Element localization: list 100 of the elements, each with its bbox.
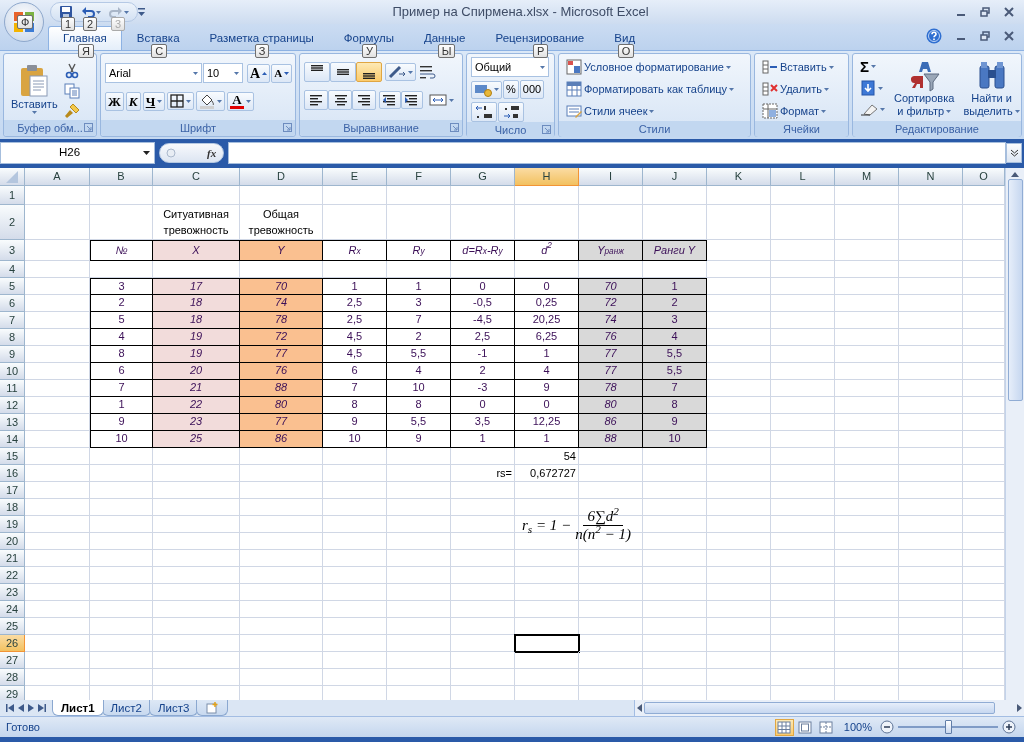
bold-button[interactable]: Ж (105, 91, 124, 111)
column-header[interactable]: O (963, 168, 1005, 186)
row-header[interactable]: 6 (0, 295, 25, 312)
table-cell: 2,5 (323, 312, 387, 329)
row-header[interactable]: 7 (0, 312, 25, 329)
cell-styles-button[interactable]: Стили ячеек (563, 101, 746, 121)
table-cell: 5,5 (643, 363, 707, 380)
italic-button[interactable]: К (125, 91, 141, 111)
column-header[interactable]: B (90, 168, 153, 186)
row-header[interactable]: 16 (0, 465, 25, 482)
row-header[interactable]: 8 (0, 329, 25, 346)
key-tip: 2 (83, 17, 98, 31)
row-header[interactable]: 11 (0, 380, 25, 397)
header-cell: Y (240, 240, 323, 261)
row-header[interactable]: 28 (0, 669, 25, 686)
row-header[interactable]: 3 (0, 240, 25, 261)
row-header[interactable]: 29 (0, 686, 25, 700)
grow-font-button[interactable]: A (247, 63, 271, 83)
table-cell: 2 (451, 363, 515, 380)
column-header[interactable]: C (153, 168, 240, 186)
column-header[interactable]: L (771, 168, 835, 186)
table-cell: 23 (153, 414, 240, 431)
table-cell: 77 (579, 363, 643, 380)
row-header[interactable]: 22 (0, 567, 25, 584)
key-tip: З (254, 44, 270, 58)
zoom-level: 100% (843, 719, 872, 735)
table-cell: 10 (323, 431, 387, 448)
group-title: Буфер обм... (17, 120, 83, 136)
header-cell: R$_{x}$ (323, 240, 387, 261)
group-title: Ячейки (783, 121, 820, 137)
column-header[interactable]: F (387, 168, 451, 186)
row-header[interactable]: 19 (0, 516, 25, 533)
number-format-field[interactable]: Общий (471, 57, 549, 77)
sort-filter-button[interactable]: Сортировка и фильтр (891, 57, 958, 121)
paste-button[interactable]: Вставить (8, 61, 61, 117)
table-cell: 78 (240, 312, 323, 329)
row-header[interactable]: 27 (0, 652, 25, 669)
row-header[interactable]: 26 (0, 635, 25, 652)
table-cell: 9 (323, 414, 387, 431)
row-header[interactable]: 18 (0, 499, 25, 516)
column-header[interactable]: D (240, 168, 323, 186)
row-header[interactable]: 2 (0, 205, 25, 240)
table-cell: 0 (451, 278, 515, 295)
column-header[interactable]: K (707, 168, 771, 186)
row-header[interactable]: 14 (0, 431, 25, 448)
row-header[interactable]: 25 (0, 618, 25, 635)
math-formula: r$_{s}$ = 1 − 6∑d$^{2}$ n(n$^{2}$ − 1) (522, 508, 631, 543)
insert-function-button[interactable]: fx (206, 144, 218, 162)
sheet-tab[interactable]: Лист1 (52, 700, 104, 716)
table-cell: 2,5 (323, 295, 387, 312)
key-tip: Ы (437, 44, 456, 58)
table-cell: 70 (240, 278, 323, 295)
column-header[interactable]: G (451, 168, 515, 186)
group-title: Выравнивание (343, 120, 419, 136)
column-header[interactable]: N (899, 168, 963, 186)
insert-button[interactable]: Вставить (759, 57, 844, 77)
row-header[interactable]: 15 (0, 448, 25, 465)
delete-button[interactable]: Удалить (759, 79, 844, 99)
find-select-button[interactable]: Найти и выделить (960, 57, 1023, 121)
sheet-tab[interactable]: Лист3 (148, 700, 199, 716)
row-header[interactable]: 20 (0, 533, 25, 550)
row-header[interactable]: 10 (0, 363, 25, 380)
row-header[interactable]: 21 (0, 550, 25, 567)
table-cell: 18 (153, 295, 240, 312)
conditional-formatting-button[interactable]: Условное форматирование (563, 57, 746, 77)
header-cell: Ранги Y (643, 240, 707, 261)
table-cell: 5,5 (387, 414, 451, 431)
autosum-button[interactable]: Σ (857, 57, 888, 76)
row-header[interactable]: 24 (0, 601, 25, 618)
percent-button[interactable]: % (503, 80, 519, 99)
row-header[interactable]: 23 (0, 584, 25, 601)
row-header[interactable]: 17 (0, 482, 25, 499)
column-header[interactable]: J (643, 168, 707, 186)
row-header[interactable]: 5 (0, 278, 25, 295)
row-header[interactable]: 12 (0, 397, 25, 414)
table-cell: 9 (643, 414, 707, 431)
font-size-field[interactable]: 10 (203, 63, 243, 83)
table-cell: -0,5 (451, 295, 515, 312)
group-title: Число (494, 122, 527, 138)
sum-value: 54 (515, 448, 579, 465)
font-name-field[interactable]: Arial (105, 63, 202, 83)
thousands-button[interactable]: 000 (519, 80, 545, 99)
column-header[interactable]: H (515, 168, 579, 186)
row-header[interactable]: 9 (0, 346, 25, 363)
format-as-table-button[interactable]: Форматировать как таблицу (563, 79, 746, 99)
group-title: Стили (638, 121, 671, 137)
underline-button[interactable]: Ч (142, 91, 166, 111)
row-header[interactable]: 1 (0, 186, 25, 205)
column-header[interactable]: E (323, 168, 387, 186)
column-header[interactable]: I (579, 168, 643, 186)
shrink-font-button[interactable]: A (271, 63, 293, 83)
column-header[interactable]: A (25, 168, 90, 186)
table-cell: 77 (240, 346, 323, 363)
table-cell: 80 (579, 397, 643, 414)
name-box[interactable]: H26 (0, 142, 155, 164)
column-header[interactable]: M (835, 168, 899, 186)
row-header[interactable]: 13 (0, 414, 25, 431)
format-button[interactable]: Формат (759, 101, 844, 121)
font-color-button[interactable]: A (227, 91, 254, 111)
row-header[interactable]: 4 (0, 261, 25, 278)
